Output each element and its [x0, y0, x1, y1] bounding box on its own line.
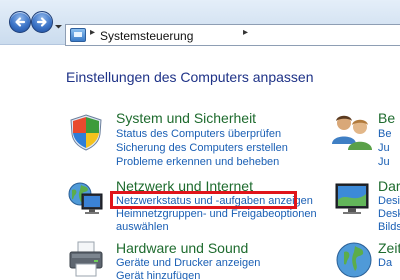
link-sicherung-erstellen[interactable]: Sicherung des Computers erstellen — [116, 142, 288, 154]
link-right-4[interactable]: Desig — [378, 195, 400, 207]
link-right-1[interactable]: Be — [378, 128, 400, 140]
network-globe-icon[interactable] — [66, 180, 106, 223]
link-right-3[interactable]: Ju — [378, 156, 400, 168]
display-icon[interactable] — [332, 178, 374, 223]
category-title-benutzer[interactable]: Be — [378, 110, 400, 126]
history-dropdown-button[interactable] — [54, 18, 63, 29]
link-geraet-hinzufuegen[interactable]: Gerät hinzufügen — [116, 270, 200, 280]
category-title-darstellung[interactable]: Dars — [378, 178, 400, 194]
breadcrumb-separator[interactable]: ▸ — [90, 27, 95, 38]
printer-icon[interactable] — [66, 240, 106, 280]
breadcrumb-systemsteuerung[interactable]: Systemsteuerung — [100, 29, 193, 43]
clock-globe-icon[interactable] — [334, 240, 374, 280]
link-right-5[interactable]: Desk — [378, 208, 400, 220]
chevron-down-icon — [55, 25, 62, 29]
page-title: Einstellungen des Computers anpassen — [66, 69, 314, 85]
breadcrumb-separator-after[interactable]: ▸ — [243, 27, 248, 38]
link-geraete-drucker[interactable]: Geräte und Drucker anzeigen — [116, 257, 260, 269]
shield-icon[interactable] — [66, 112, 106, 157]
navigation-bar: ▸ Systemsteuerung ▸ — [0, 0, 400, 46]
back-button[interactable] — [9, 11, 31, 33]
link-right-7[interactable]: Da — [378, 257, 400, 269]
address-bar[interactable]: ▸ Systemsteuerung ▸ — [65, 24, 400, 46]
link-right-2[interactable]: Ju — [378, 142, 400, 154]
control-panel-icon — [70, 28, 86, 42]
forward-button[interactable] — [31, 11, 53, 33]
category-title-hardware[interactable]: Hardware und Sound — [116, 240, 248, 256]
link-auswaehlen[interactable]: auswählen — [116, 221, 169, 233]
category-title-zeit[interactable]: Zeit — [378, 240, 400, 256]
link-probleme-beheben[interactable]: Probleme erkennen und beheben — [116, 156, 279, 168]
users-icon[interactable] — [330, 112, 374, 157]
highlight-annotation — [110, 191, 297, 209]
category-title-system[interactable]: System und Sicherheit — [116, 110, 256, 126]
link-status-pruefen[interactable]: Status des Computers überprüfen — [116, 128, 281, 140]
link-heimnetzgruppen-optionen[interactable]: Heimnetzgruppen- und Freigabeoptionen — [116, 208, 317, 220]
link-right-6[interactable]: Bilds — [378, 221, 400, 233]
